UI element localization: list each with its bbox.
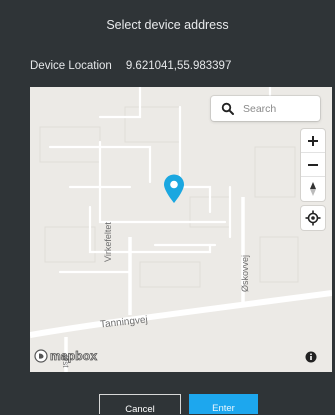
zoom-in-button[interactable] <box>301 129 325 153</box>
map-view[interactable]: Virkefeltet Øskovvej Tanningvej Øst Sear… <box>30 87 332 372</box>
cancel-button[interactable]: Cancel <box>99 394 181 415</box>
map-navigation-controls <box>301 129 325 201</box>
minus-icon <box>308 163 318 166</box>
map-base <box>30 87 332 372</box>
compass-button[interactable] <box>301 177 325 201</box>
mapbox-logo-text: mapbox <box>50 349 98 364</box>
device-location-label: Device Location <box>30 60 112 72</box>
mapbox-logo[interactable]: mapbox <box>34 349 97 363</box>
zoom-out-button[interactable] <box>301 153 325 177</box>
road-label-oskovvej: Øskovvej <box>240 254 250 292</box>
search-icon <box>221 102 235 116</box>
mapbox-logo-icon <box>34 349 48 363</box>
device-location-pin[interactable] <box>163 174 185 204</box>
map-search-input[interactable] <box>243 102 313 115</box>
attribution-info-button[interactable] <box>305 351 317 363</box>
road-label-virkefeltet: Virkefeltet <box>103 222 113 262</box>
compass-icon <box>310 182 316 196</box>
device-location-row: Device Location 9.621041,55.983397 <box>30 60 231 72</box>
geolocate-button[interactable] <box>301 206 325 230</box>
device-location-value: 9.621041,55.983397 <box>125 60 232 72</box>
map-search-box[interactable] <box>211 96 320 121</box>
dialog-title: Select device address <box>106 18 229 32</box>
map-pin-icon <box>164 174 184 203</box>
info-icon <box>305 351 317 363</box>
locate-icon <box>305 210 321 226</box>
plus-icon <box>308 135 318 146</box>
enter-button[interactable]: Enter <box>189 394 258 414</box>
